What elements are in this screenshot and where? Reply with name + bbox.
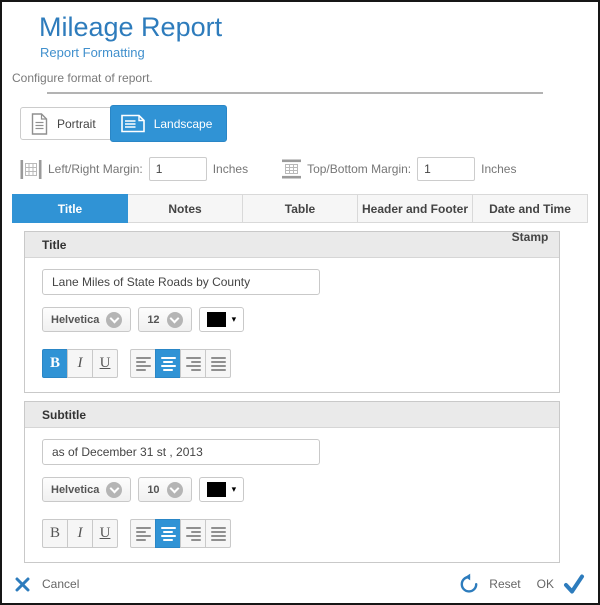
- tab-notes[interactable]: Notes: [128, 194, 243, 223]
- color-swatch: [207, 312, 226, 327]
- check-icon: [563, 574, 585, 594]
- left-right-margin-group: Left/Right Margin: Inches: [20, 157, 248, 181]
- title-italic-button[interactable]: I: [67, 349, 93, 378]
- top-bottom-margin-unit: Inches: [481, 162, 516, 176]
- chevron-down-icon: [106, 312, 122, 328]
- align-right-icon: [186, 357, 201, 371]
- title-font-color-dropdown[interactable]: ▾: [199, 307, 245, 332]
- ok-label: OK: [537, 577, 554, 591]
- margin-settings: Left/Right Margin: Inches Top/Bottom Mar…: [20, 157, 598, 181]
- title-underline-button[interactable]: U: [92, 349, 118, 378]
- title-font-size-dropdown[interactable]: 12: [138, 307, 191, 332]
- title-bold-button[interactable]: B: [42, 349, 68, 378]
- subtitle-font-family-value: Helvetica: [51, 484, 99, 496]
- landscape-label: Landscape: [154, 117, 213, 131]
- subtitle-font-color-dropdown[interactable]: ▾: [199, 477, 245, 502]
- subtitle-font-size-value: 10: [147, 484, 159, 496]
- title-text-input[interactable]: [42, 269, 320, 295]
- landscape-button[interactable]: Landscape: [110, 105, 228, 142]
- align-left-icon: [136, 357, 151, 371]
- subtitle-align-right-button[interactable]: [180, 519, 206, 548]
- subtitle-panel-heading: Subtitle: [25, 402, 559, 428]
- reset-button[interactable]: Reset: [489, 577, 520, 591]
- underline-icon: U: [100, 525, 111, 542]
- subtitle-alignment-group: [130, 519, 231, 548]
- bold-icon: B: [50, 525, 60, 542]
- subtitle-text-input[interactable]: [42, 439, 320, 465]
- subtitle-align-center-button[interactable]: [155, 519, 181, 548]
- bold-icon: B: [50, 355, 60, 372]
- portrait-button[interactable]: Portrait: [20, 107, 111, 140]
- italic-icon: I: [78, 525, 83, 542]
- title-alignment-group: [130, 349, 231, 378]
- subtitle-text-style-group: B I U: [42, 519, 118, 548]
- title-font-family-value: Helvetica: [51, 314, 99, 326]
- title-font-size-value: 12: [147, 314, 159, 326]
- title-panel: Title Helvetica 12 ▾: [24, 231, 560, 393]
- portrait-page-icon: [31, 113, 48, 135]
- chevron-down-icon: [106, 482, 122, 498]
- chevron-down-icon: [167, 482, 183, 498]
- align-left-icon: [136, 527, 151, 541]
- align-center-icon: [161, 527, 176, 541]
- color-swatch: [207, 482, 226, 497]
- format-tabs: Title Notes Table Header and Footer Date…: [12, 194, 588, 223]
- title-align-center-button[interactable]: [155, 349, 181, 378]
- title-align-right-button[interactable]: [180, 349, 206, 378]
- subtitle-underline-button[interactable]: U: [92, 519, 118, 548]
- top-bottom-margin-label: Top/Bottom Margin:: [307, 162, 411, 176]
- divider: [47, 92, 543, 94]
- reset-icon[interactable]: [458, 573, 480, 595]
- underline-icon: U: [100, 355, 111, 372]
- top-bottom-margin-group: Top/Bottom Margin: Inches: [282, 157, 516, 181]
- title-text-style-group: B I U: [42, 349, 118, 378]
- align-justify-icon: [211, 527, 226, 541]
- tab-date-and-time-stamp[interactable]: Date and Time Stamp: [473, 194, 588, 223]
- tab-table[interactable]: Table: [243, 194, 358, 223]
- left-right-margin-unit: Inches: [213, 162, 248, 176]
- align-justify-icon: [211, 357, 226, 371]
- subtitle-italic-button[interactable]: I: [67, 519, 93, 548]
- align-center-icon: [161, 357, 176, 371]
- mileage-report-dialog: Mileage Report Report Formatting Configu…: [0, 0, 600, 605]
- chevron-down-icon: [167, 312, 183, 328]
- subtitle-align-left-button[interactable]: [130, 519, 156, 548]
- orientation-toggle: Portrait Landscape: [20, 105, 598, 142]
- left-right-margin-label: Left/Right Margin:: [48, 162, 143, 176]
- tab-header-and-footer[interactable]: Header and Footer: [358, 194, 473, 223]
- align-right-icon: [186, 527, 201, 541]
- page-title: Mileage Report: [39, 12, 598, 43]
- close-icon: [15, 577, 30, 592]
- top-bottom-margin-icon: [282, 159, 301, 179]
- subtitle-bold-button[interactable]: B: [42, 519, 68, 548]
- ok-button[interactable]: OK: [537, 574, 585, 594]
- tab-title[interactable]: Title: [12, 194, 128, 223]
- page-subtitle: Report Formatting: [40, 45, 598, 60]
- cancel-label: Cancel: [42, 577, 79, 591]
- left-right-margin-icon: [20, 160, 42, 179]
- cancel-button[interactable]: Cancel: [15, 577, 79, 592]
- title-panel-heading: Title: [25, 232, 559, 258]
- subtitle-font-size-dropdown[interactable]: 10: [138, 477, 191, 502]
- subtitle-font-family-dropdown[interactable]: Helvetica: [42, 477, 131, 502]
- left-right-margin-input[interactable]: [149, 157, 207, 181]
- description-text: Configure format of report.: [12, 71, 598, 85]
- title-align-justify-button[interactable]: [205, 349, 231, 378]
- subtitle-align-justify-button[interactable]: [205, 519, 231, 548]
- portrait-label: Portrait: [57, 117, 96, 131]
- landscape-page-icon: [121, 114, 145, 133]
- title-font-family-dropdown[interactable]: Helvetica: [42, 307, 131, 332]
- caret-down-icon: ▾: [232, 485, 237, 494]
- dialog-footer: Cancel Reset OK: [2, 565, 598, 603]
- caret-down-icon: ▾: [232, 315, 237, 324]
- subtitle-panel: Subtitle Helvetica 10 ▾: [24, 401, 560, 563]
- title-align-left-button[interactable]: [130, 349, 156, 378]
- footer-actions: Reset OK: [458, 573, 585, 595]
- top-bottom-margin-input[interactable]: [417, 157, 475, 181]
- italic-icon: I: [78, 355, 83, 372]
